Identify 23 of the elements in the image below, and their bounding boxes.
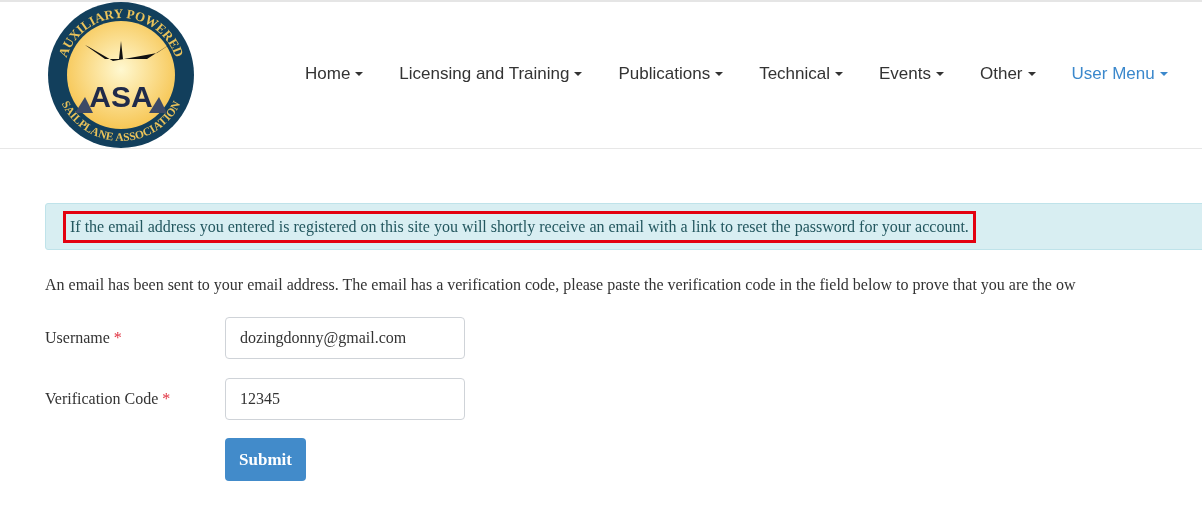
caret-icon [574, 71, 583, 76]
alert-message: If the email address you entered is registered on this site you will shortly receive an email with a link to reset the password for your account. [63, 210, 976, 243]
required-mark: * [162, 389, 171, 409]
instruction-text: An email has been sent to your email address. The email has a verification code, please paste the verification code in the field below to prove that you are the ow [45, 275, 1077, 296]
nav-link[interactable]: Other [980, 60, 1036, 87]
field-label: Verification Code [45, 389, 159, 409]
nav-link[interactable]: Home [305, 60, 364, 87]
nav-link[interactable]: Licensing and Training [399, 60, 583, 87]
caret-icon [936, 71, 944, 76]
submit-button[interactable]: Submit [225, 438, 306, 481]
required-mark: * [113, 328, 122, 348]
field-label: Username [45, 328, 110, 348]
caret-icon [835, 71, 844, 76]
nav-link[interactable]: Publications [618, 60, 724, 87]
text-field[interactable]: dozingdonny@gmail.com [225, 317, 465, 359]
nav-link[interactable]: Events [879, 60, 944, 87]
caret-icon [1027, 71, 1036, 76]
text-field[interactable]: 12345 [225, 378, 465, 420]
nav-link[interactable]: User Menu [1071, 60, 1168, 87]
caret-icon [1159, 71, 1168, 76]
caret-icon [715, 71, 724, 76]
caret-icon [355, 71, 364, 76]
nav-link[interactable]: Technical [759, 60, 844, 87]
